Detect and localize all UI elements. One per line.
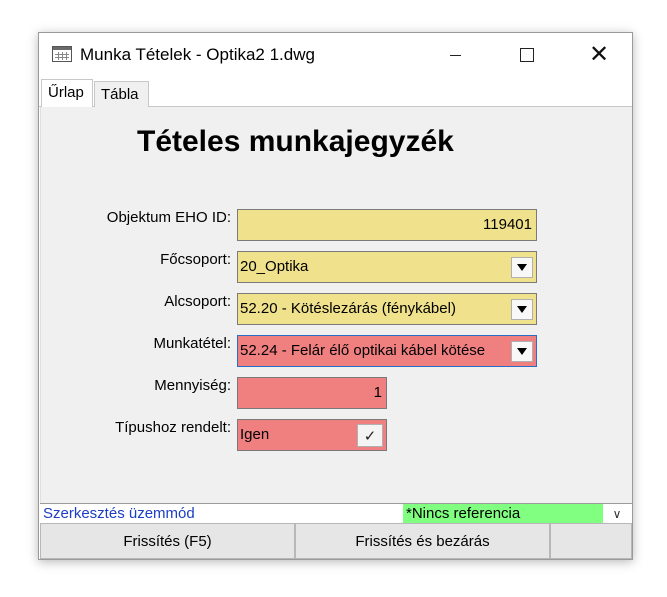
close-icon: ✕	[588, 41, 610, 68]
tipushoz-value: Igen	[240, 426, 270, 443]
tab-bar: Űrlap Tábla	[39, 77, 632, 107]
mennyiseg-label: Mennyiség:	[154, 377, 231, 394]
munkatetel-label: Munkatétel:	[153, 335, 231, 352]
check-icon: ✓	[363, 427, 377, 445]
alcsoport-dropdown-button[interactable]	[511, 299, 533, 320]
checkbox-toggle-button[interactable]: ✓	[357, 424, 383, 447]
tipushoz-rendelt-field[interactable]: Igen ✓	[237, 419, 387, 451]
title-bar[interactable]: Munka Tételek - Optika2 1.dwg ✕	[39, 33, 632, 77]
form-panel: Tételes munkajegyzék Objektum EHO ID: 11…	[40, 107, 632, 503]
munkatetel-value: 52.24 - Felár élő optikai kábel kötése	[240, 342, 486, 359]
edit-mode-status: Szerkesztés üzemmód	[43, 505, 195, 522]
chevron-down-icon: ∨	[612, 507, 622, 521]
objektum-eho-id-field[interactable]: 119401	[237, 209, 537, 241]
reference-status: *Nincs referencia	[403, 504, 603, 523]
refresh-and-close-button[interactable]: Frissítés és bezárás	[295, 523, 550, 559]
focsoport-value: 20_Optika	[240, 258, 309, 275]
focsoport-select[interactable]: 20_Optika	[237, 251, 537, 283]
tipushoz-label: Típushoz rendelt:	[115, 419, 231, 436]
status-bar: Szerkesztés üzemmód *Nincs referencia ∨	[40, 503, 632, 523]
chevron-down-icon	[517, 306, 527, 313]
focsoport-label: Főcsoport:	[160, 251, 231, 268]
objektum-value: 119401	[483, 216, 532, 233]
app-window: Munka Tételek - Optika2 1.dwg ✕ Űrlap Tá…	[38, 32, 633, 560]
table-app-icon	[52, 46, 72, 62]
munkatetel-select[interactable]: 52.24 - Felár élő optikai kábel kötése	[237, 335, 537, 367]
munkatetel-dropdown-button[interactable]	[511, 341, 533, 362]
extra-button[interactable]	[550, 523, 632, 559]
tab-urlap[interactable]: Űrlap	[41, 79, 93, 107]
form-heading: Tételes munkajegyzék	[137, 125, 454, 158]
tab-tabla[interactable]: Tábla	[94, 81, 149, 107]
alcsoport-select[interactable]: 52.20 - Kötéslezárás (fénykábel)	[237, 293, 537, 325]
refresh-button[interactable]: Frissítés (F5)	[40, 523, 295, 559]
minimize-icon	[449, 54, 461, 56]
maximize-icon	[520, 48, 534, 62]
button-bar: Frissítés (F5) Frissítés és bezárás	[40, 523, 632, 559]
minimize-button[interactable]	[432, 33, 478, 77]
status-dropdown-button[interactable]: ∨	[606, 506, 628, 522]
mennyiseg-field[interactable]: 1	[237, 377, 387, 409]
objektum-label: Objektum EHO ID:	[106, 209, 231, 226]
mennyiseg-value: 1	[373, 384, 382, 401]
alcsoport-label: Alcsoport:	[164, 293, 231, 310]
alcsoport-value: 52.20 - Kötéslezárás (fénykábel)	[240, 300, 456, 317]
focsoport-dropdown-button[interactable]	[511, 257, 533, 278]
chevron-down-icon	[517, 348, 527, 355]
chevron-down-icon	[517, 264, 527, 271]
close-button[interactable]: ✕	[576, 33, 622, 77]
maximize-button[interactable]	[504, 33, 550, 77]
window-title: Munka Tételek - Optika2 1.dwg	[80, 45, 315, 64]
